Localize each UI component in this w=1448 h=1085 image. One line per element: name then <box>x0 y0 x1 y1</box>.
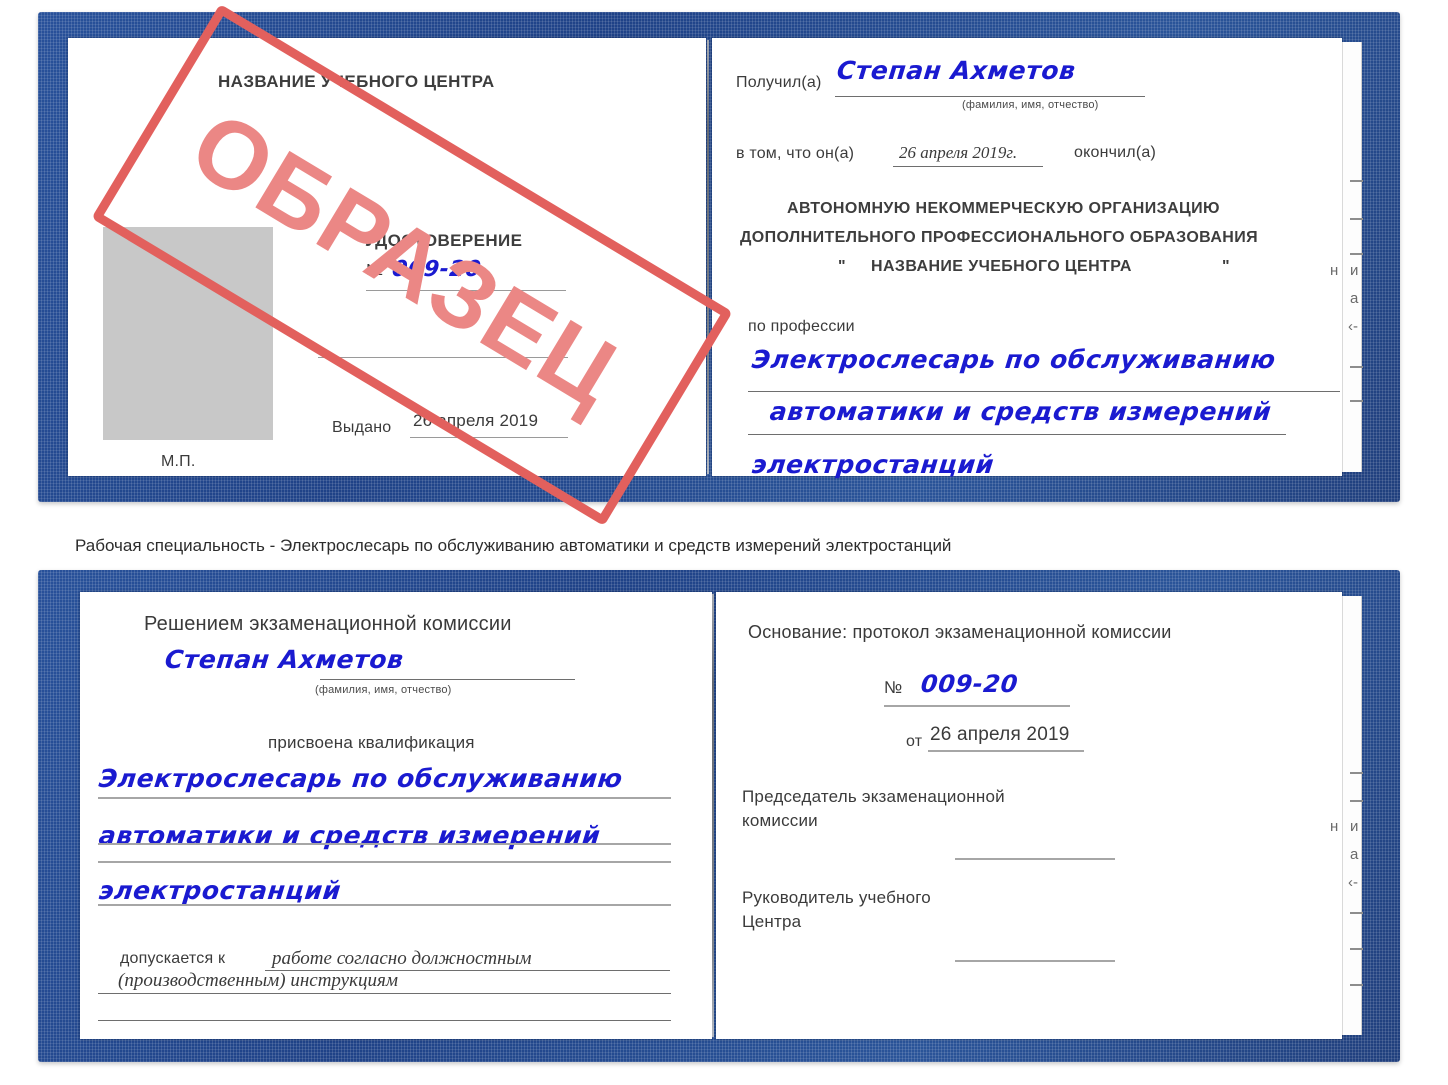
page-edge-char: и <box>1350 818 1359 835</box>
page-edge-char: а <box>1350 846 1359 863</box>
basis-protocol-label: Основание: протокол экзаменационной коми… <box>748 622 1172 642</box>
page-edge-char: и <box>1350 262 1359 279</box>
that-he-label: в том, что он(а) <box>736 145 855 162</box>
protocol-date-value: 26 апреля 2019 <box>930 724 1070 745</box>
organization-line-1: АВТОНОМНУЮ НЕКОММЕРЧЕСКУЮ ОРГАНИЗАЦИЮ <box>787 200 1220 217</box>
certificate-top-spine <box>707 40 709 474</box>
qualification-rule-2b <box>98 861 671 863</box>
qualification-rule-3 <box>98 904 671 906</box>
certificate-bottom-page-edge <box>1342 596 1362 1035</box>
seal-mark-label: М.П. <box>161 453 196 470</box>
page-edge-dash <box>1350 253 1363 255</box>
document-title-top: УДОСТОВЕРЕНИЕ <box>365 231 523 250</box>
profession-rule-2 <box>748 434 1286 435</box>
page-edge-char: н <box>1330 818 1339 835</box>
certificate-bottom-spine <box>712 594 714 1037</box>
page-edge-dash <box>1350 400 1363 402</box>
admitted-label: допускается к <box>120 950 226 967</box>
profession-label: по профессии <box>748 318 855 335</box>
page-edge-dash <box>1350 984 1363 986</box>
training-center-name-top: НАЗВАНИЕ УЧЕБНОГО ЦЕНТРА <box>218 72 495 91</box>
finished-label: окончил(а) <box>1074 144 1156 161</box>
fio-hint-bottom: (фамилия, имя, отчество) <box>315 684 452 696</box>
profession-line-2: автоматики и средств измерений <box>768 397 1273 426</box>
organization-line-3: НАЗВАНИЕ УЧЕБНОГО ЦЕНТРА <box>871 258 1132 275</box>
organization-quote-open: " <box>838 258 846 275</box>
image-caption: Рабочая специальность - Электрослесарь п… <box>75 536 952 555</box>
page-edge-dash <box>1350 366 1363 368</box>
qualification-label: присвоена квалификация <box>268 733 475 752</box>
page-edge-char: ‹- <box>1348 318 1358 335</box>
profession-line-3: электростанций <box>750 450 996 479</box>
head-signature-rule <box>955 960 1115 962</box>
protocol-number-rule <box>884 705 1070 707</box>
organization-quote-close: " <box>1222 258 1230 275</box>
protocol-date-rule <box>928 750 1084 752</box>
head-label-line-1: Руководитель учебного <box>742 888 931 907</box>
received-name-rule <box>835 96 1145 97</box>
qualification-line-2: автоматики и средств измерений <box>97 821 602 850</box>
completion-date-value: 26 апреля 2019г. <box>899 143 1018 162</box>
page-edge-char: н <box>1330 262 1339 279</box>
graduate-name-rule <box>320 679 575 680</box>
chairman-label-line-2: комиссии <box>742 811 818 830</box>
qualification-line-3: электростанций <box>97 876 343 905</box>
qualification-rule-2 <box>98 843 671 845</box>
photo-placeholder <box>103 227 273 440</box>
issued-label: Выдано <box>332 419 392 436</box>
page-edge-dash <box>1350 772 1363 774</box>
fio-hint-top: (фамилия, имя, отчество) <box>962 99 1099 111</box>
graduate-name-value: Степан Ахметов <box>163 645 406 674</box>
commission-decision-title: Решением экзаменационной комиссии <box>144 613 512 635</box>
certificate-number-value: 009-20 <box>390 257 483 282</box>
profession-rule-1 <box>748 391 1340 392</box>
certificate-number-label: № <box>366 262 384 279</box>
qualification-rule-1 <box>98 797 671 799</box>
protocol-date-label: от <box>906 733 923 750</box>
admitted-rule-2 <box>98 993 671 994</box>
page-edge-dash <box>1350 948 1363 950</box>
page-edge-dash <box>1350 180 1363 182</box>
head-label-line-2: Центра <box>742 912 802 931</box>
page-edge-char: а <box>1350 290 1359 307</box>
page-edge-dash <box>1350 800 1363 802</box>
completion-date-rule <box>893 166 1043 167</box>
certificate-top-page-edge <box>1342 42 1362 472</box>
certificate-blank-rule-1 <box>318 357 568 358</box>
page-edge-dash <box>1350 218 1363 220</box>
protocol-number-value: 009-20 <box>919 670 1020 698</box>
chairman-signature-rule <box>955 858 1115 860</box>
page-edge-char: ‹- <box>1348 874 1358 891</box>
admitted-line-2: (производственным) инструкциям <box>118 970 398 991</box>
qualification-line-1: Электрослесарь по обслуживанию <box>97 764 625 793</box>
protocol-number-label: № <box>884 678 903 697</box>
admitted-line-1: работе согласно должностным <box>272 948 532 969</box>
received-name-value: Степан Ахметов <box>835 56 1078 85</box>
certificate-number-rule <box>366 290 566 291</box>
issued-date-rule <box>410 437 568 438</box>
organization-line-2: ДОПОЛНИТЕЛЬНОГО ПРОФЕССИОНАЛЬНОГО ОБРАЗО… <box>740 229 1259 246</box>
profession-line-1: Электрослесарь по обслуживанию <box>750 345 1278 374</box>
page-edge-dash <box>1350 912 1363 914</box>
received-label: Получил(а) <box>736 74 822 91</box>
admitted-rule-3 <box>98 1020 671 1021</box>
issued-date-value: 26 апреля 2019 <box>413 411 539 430</box>
chairman-label-line-1: Председатель экзаменационной <box>742 787 1005 806</box>
